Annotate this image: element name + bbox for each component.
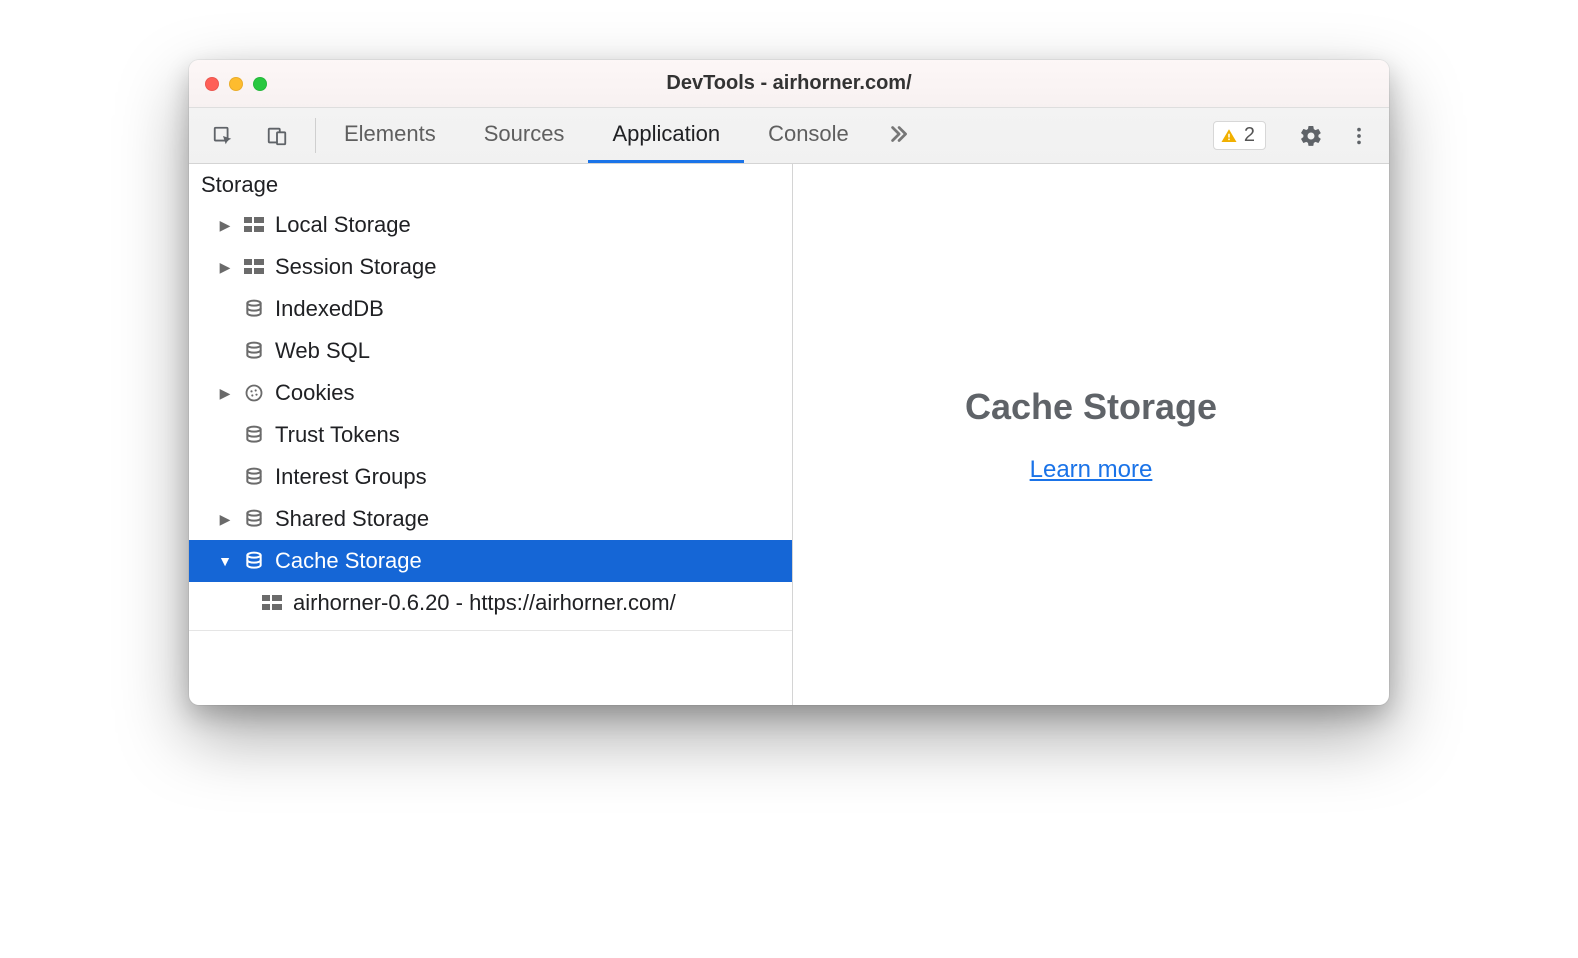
panel-body: Storage ▶ Local Storage▶ Session Storage… [189,164,1389,705]
database-icon [243,509,265,529]
database-icon [243,467,265,487]
sidebar-item-label: Web SQL [275,338,370,364]
window-controls [205,77,267,91]
sidebar-item-label: Cookies [275,380,354,406]
sidebar-item-label: Session Storage [275,254,436,280]
cache-entry-label: airhorner-0.6.20 - https://airhorner.com… [293,590,676,616]
tab-label: Console [768,121,849,147]
database-icon [243,551,265,571]
chevrons-right-icon [885,121,911,147]
chevron-right-icon[interactable]: ▶ [217,259,233,276]
tab-label: Sources [484,121,565,147]
sidebar-item-label: Local Storage [275,212,411,238]
database-icon [243,299,265,319]
sidebar-item-session-storage[interactable]: ▶ Session Storage [189,246,792,288]
main-pane: Cache Storage Learn more [793,164,1389,705]
inspect-element-icon[interactable] [203,116,243,156]
toolbar-separator [315,118,316,153]
more-vertical-icon [1348,125,1370,147]
sidebar-item-trust-tokens[interactable]: Trust Tokens [189,414,792,456]
pane-heading: Cache Storage [965,386,1217,428]
minimize-window-button[interactable] [229,77,243,91]
sidebar-item-label: Cache Storage [275,548,422,574]
chevron-right-icon[interactable]: ▶ [217,217,233,234]
settings-button[interactable] [1291,116,1331,156]
more-tabs-button[interactable] [873,108,923,163]
sidebar-item-indexeddb[interactable]: IndexedDB [189,288,792,330]
window-title: DevTools - airhorner.com/ [189,72,1389,95]
grid-icon [243,217,265,233]
sidebar-item-interest-groups[interactable]: Interest Groups [189,456,792,498]
zoom-window-button[interactable] [253,77,267,91]
sidebar-item-cookies[interactable]: ▶ Cookies [189,372,792,414]
sidebar-item-label: Interest Groups [275,464,427,490]
application-sidebar: Storage ▶ Local Storage▶ Session Storage… [189,164,793,705]
devtools-toolbar: Elements Sources Application Console [189,108,1389,164]
cache-entry[interactable]: airhorner-0.6.20 - https://airhorner.com… [189,582,792,624]
close-window-button[interactable] [205,77,219,91]
warning-icon [1220,127,1238,145]
grid-icon [261,595,283,611]
panel-tabs: Elements Sources Application Console [320,108,923,163]
device-toggle-icon[interactable] [257,116,297,156]
chevron-down-icon[interactable]: ▼ [217,553,233,569]
chevron-right-icon[interactable]: ▶ [217,511,233,528]
sidebar-item-web-sql[interactable]: Web SQL [189,330,792,372]
issues-badge[interactable]: 2 [1213,121,1266,150]
learn-more-link[interactable]: Learn more [1030,456,1153,484]
sidebar-item-label: IndexedDB [275,296,384,322]
kebab-menu-button[interactable] [1339,116,1379,156]
sidebar-item-shared-storage[interactable]: ▶ Shared Storage [189,498,792,540]
devtools-window: DevTools - airhorner.com/ [189,60,1389,705]
tab-application[interactable]: Application [588,108,744,163]
storage-tree: ▶ Local Storage▶ Session Storage Indexed… [189,204,792,631]
cookie-icon [243,383,265,403]
sidebar-item-label: Trust Tokens [275,422,400,448]
sidebar-item-cache-storage[interactable]: ▼ Cache Storage [189,540,792,582]
tab-label: Elements [344,121,436,147]
database-icon [243,425,265,445]
warnings-count: 2 [1244,124,1255,147]
title-bar: DevTools - airhorner.com/ [189,60,1389,108]
tab-elements[interactable]: Elements [320,108,460,163]
tab-sources[interactable]: Sources [460,108,589,163]
sidebar-section-title: Storage [189,164,792,204]
sidebar-item-local-storage[interactable]: ▶ Local Storage [189,204,792,246]
chevron-right-icon[interactable]: ▶ [217,385,233,402]
sidebar-item-label: Shared Storage [275,506,429,532]
gear-icon [1299,124,1323,148]
tab-console[interactable]: Console [744,108,873,163]
tab-label: Application [612,121,720,147]
grid-icon [243,259,265,275]
database-icon [243,341,265,361]
